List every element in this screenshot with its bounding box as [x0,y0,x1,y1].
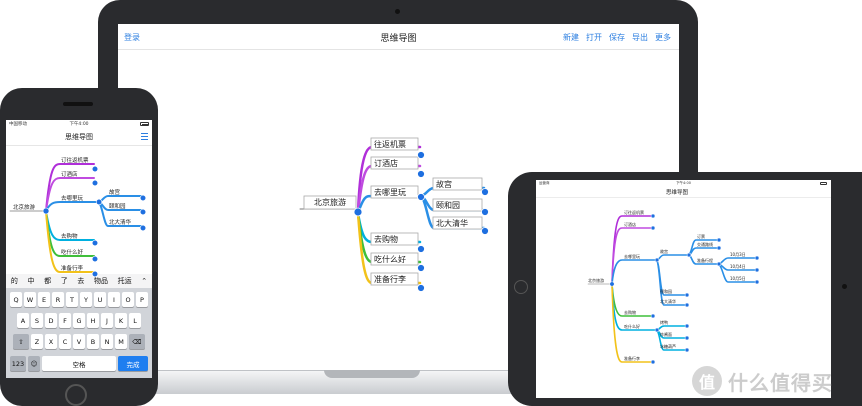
mindmap-node[interactable]: 去哪里玩 [624,253,640,259]
mindmap-node[interactable]: 故宫 [660,248,668,254]
expand-node-icon[interactable] [754,267,760,273]
branch-line [655,254,689,261]
expand-node-icon[interactable] [684,323,690,329]
expand-node-icon[interactable] [684,347,690,353]
mindmap-node[interactable]: 北大清华 [660,298,676,304]
expand-node-icon[interactable] [650,213,656,219]
mindmap-node[interactable]: 烤鸭 [660,319,668,325]
mindmap-node[interactable]: 炸酱面 [660,331,672,337]
watermark: 值 什么值得买 [692,364,860,398]
expand-node-icon[interactable] [686,252,692,258]
mindmap-node[interactable]: 冰糖葫芦 [660,343,676,349]
mindmap-node[interactable]: 交通路线 [697,241,713,247]
expand-node-icon[interactable] [754,279,760,285]
branch-line [611,259,657,285]
expand-node-icon[interactable] [650,225,656,231]
expand-node-icon[interactable] [654,257,660,263]
mindmap-node[interactable]: 10月5日 [730,276,746,281]
mindmap-root[interactable]: 北京旅游 [588,277,604,283]
branch-line [655,325,687,331]
branch-line [687,247,719,256]
branch-line [611,283,653,363]
tablet-mindmap: 北京旅游 订往返机票 订酒店 去哪里玩 去购物 吃什么好 准备行李 故宫 颐和园… [587,209,760,365]
mindmap-node[interactable]: 订往返机票 [624,209,644,215]
expand-node-icon[interactable] [650,359,656,365]
mindmap-node[interactable]: 去购物 [624,309,636,315]
watermark-badge: 值 [692,366,722,396]
expand-node-icon[interactable] [650,313,656,319]
mindmap-node[interactable]: 订票 [697,233,705,239]
expand-node-icon[interactable] [684,302,690,308]
watermark-text: 什么值得买 [728,370,833,395]
mindmap-node[interactable]: 订酒店 [624,221,636,227]
expand-node-icon[interactable] [754,255,760,261]
expand-node-icon[interactable] [716,237,722,243]
expand-node-icon[interactable] [716,261,722,267]
mindmap-node[interactable]: 10月4日 [730,264,746,269]
mindmap-node[interactable]: 吃什么好 [624,323,640,329]
expand-node-icon[interactable] [654,327,660,333]
expand-node-icon[interactable] [609,281,615,287]
expand-node-icon[interactable] [684,335,690,341]
mindmap-node[interactable]: 10月3日 [730,252,746,257]
mindmap-node[interactable]: 准备行程 [697,257,713,263]
mindmap-node[interactable]: 准备行李 [624,355,640,361]
expand-node-icon[interactable] [716,245,722,251]
expand-node-icon[interactable] [684,292,690,298]
mindmap-node[interactable]: 颐和园 [660,288,672,294]
